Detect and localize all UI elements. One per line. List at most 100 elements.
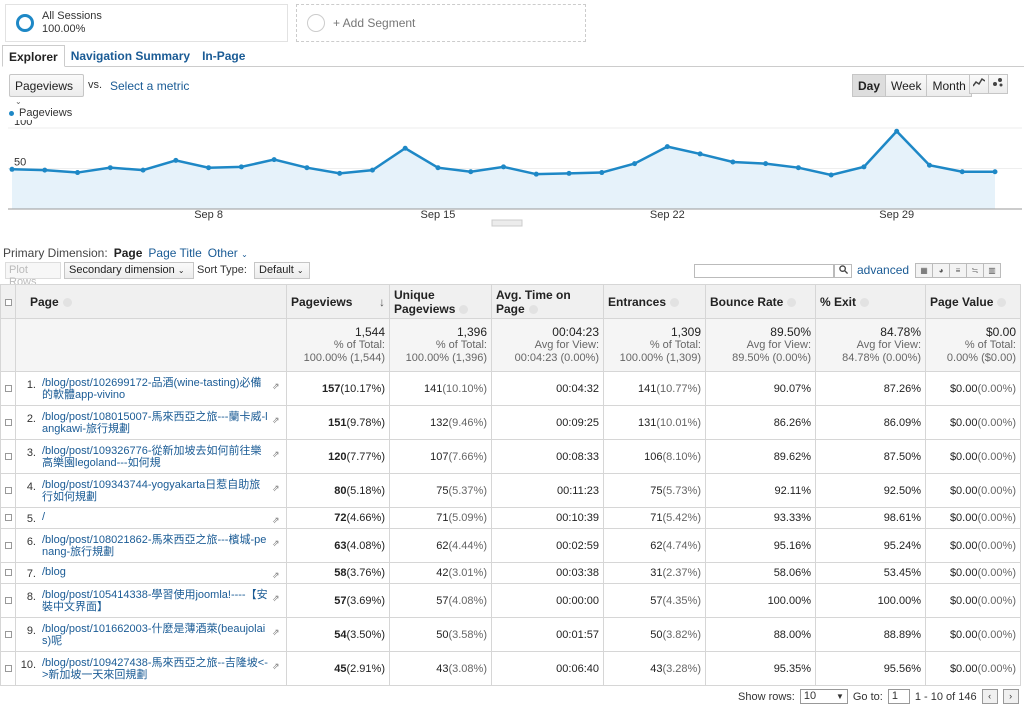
data-point <box>271 157 277 163</box>
entrances-pct: (2.37%) <box>662 567 701 579</box>
advanced-filter-link[interactable]: advanced <box>857 263 909 277</box>
external-link-icon[interactable]: ⇗ <box>272 538 281 548</box>
external-link-icon[interactable]: ⇗ <box>272 570 281 580</box>
entrances-pct: (10.77%) <box>656 382 701 395</box>
pageviews-pct: (2.91%) <box>346 662 385 675</box>
line-chart-icon[interactable] <box>969 74 989 94</box>
plot-rows-button[interactable]: Plot Rows <box>5 262 61 288</box>
totals-detail: 89.50% (0.00%) <box>732 351 811 364</box>
table-search-input[interactable] <box>694 264 834 278</box>
row-checkbox[interactable] <box>4 664 12 672</box>
exit-cell: 88.89% <box>815 617 926 652</box>
row-checkbox[interactable] <box>4 452 12 460</box>
goto-input[interactable]: 1 <box>887 689 910 704</box>
metric-select[interactable]: Pageviews ⌄ <box>9 74 84 106</box>
page-link[interactable]: /blog/post/105414338-學習使用joomla!----【安裝中… <box>42 589 270 613</box>
pageviews-pct: (7.77%) <box>346 450 385 463</box>
next-page-icon[interactable]: › <box>1002 689 1019 704</box>
page-value-pct: (0.00%) <box>977 594 1016 607</box>
external-link-icon[interactable]: ⇗ <box>272 449 281 459</box>
pie-chart-view-icon[interactable]: ◕ <box>932 263 950 278</box>
header-pageviews[interactable]: Pageviews ↓ <box>286 284 390 319</box>
month-button[interactable]: Month <box>926 74 972 97</box>
primary-dimension-page[interactable]: Page <box>114 246 143 260</box>
tab-explorer[interactable]: Explorer <box>2 45 65 67</box>
page-link[interactable]: /blog/post/102699172-品酒(wine-tasting)必備的… <box>42 377 270 401</box>
external-link-icon[interactable]: ⇗ <box>272 381 281 391</box>
unique-pageviews-cell: 141(10.10%) <box>389 371 492 406</box>
header-bounce-rate[interactable]: Bounce Rate <box>705 284 816 319</box>
row-checkbox-cell <box>0 507 16 529</box>
segment-all-sessions[interactable]: All Sessions 100.00% <box>5 4 288 42</box>
external-link-icon[interactable]: ⇗ <box>272 415 281 425</box>
week-button[interactable]: Week <box>885 74 928 97</box>
unique-pageviews-value: 50 <box>436 628 449 641</box>
page-value-cell: $0.00(0.00%) <box>925 651 1021 686</box>
primary-dimension-other[interactable]: Other ⌄ <box>208 246 248 260</box>
row-checkbox[interactable] <box>4 486 12 494</box>
row-checkbox[interactable] <box>4 541 12 549</box>
row-checkbox[interactable] <box>4 630 12 638</box>
totals-label: % of Total: <box>435 338 487 351</box>
external-link-icon[interactable]: ⇗ <box>272 515 281 525</box>
page-link[interactable]: /blog/post/109326776-從新加坡去如何前往樂高樂園legola… <box>42 445 270 469</box>
entrances-pct: (3.28%) <box>662 662 701 675</box>
day-button[interactable]: Day <box>852 74 887 97</box>
unique-pageviews-pct: (5.09%) <box>448 512 487 524</box>
metric-select-value: Pageviews <box>15 79 74 93</box>
row-index: 2. <box>26 412 36 425</box>
exit-cell: 87.26% <box>815 371 926 406</box>
tab-navigation-summary[interactable]: Navigation Summary <box>65 45 196 67</box>
secondary-dimension-select[interactable]: Secondary dimension ⌄ <box>64 262 194 279</box>
external-link-icon[interactable]: ⇗ <box>272 627 281 637</box>
page-link[interactable]: /blog/post/109343744-yogyakarta日惹自助旅行如何規… <box>42 479 270 503</box>
header-entrances[interactable]: Entrances <box>603 284 706 319</box>
tab-in-page[interactable]: In-Page <box>196 45 251 67</box>
header-unique-pageviews[interactable]: Unique Pageviews <box>389 284 492 319</box>
comparison-view-icon[interactable]: ≒ <box>966 263 984 278</box>
pageviews-cell: 63(4.08%) <box>286 528 390 563</box>
page-link[interactable]: /blog <box>42 566 270 578</box>
prev-page-icon[interactable]: ‹ <box>981 689 998 704</box>
performance-view-icon[interactable]: ≡ <box>949 263 967 278</box>
motion-chart-icon[interactable] <box>988 74 1008 94</box>
search-icon[interactable] <box>834 264 852 278</box>
page-link[interactable]: /blog/post/101662003-什麼是薄酒萊(beaujolais)呢 <box>42 623 270 647</box>
header-avg-time[interactable]: Avg. Time on Page <box>491 284 604 319</box>
header-exit[interactable]: % Exit <box>815 284 926 319</box>
header-page-value[interactable]: Page Value <box>925 284 1021 319</box>
external-link-icon[interactable]: ⇗ <box>272 661 281 671</box>
data-point <box>926 162 932 168</box>
page-link[interactable]: /blog/post/109427438-馬來西亞之旅--吉隆坡<->新加坡一天… <box>42 657 270 681</box>
totals-value: $0.00 <box>985 324 1016 339</box>
external-link-icon[interactable]: ⇗ <box>272 593 281 603</box>
unique-pageviews-value: 75 <box>436 484 449 497</box>
row-checkbox[interactable] <box>4 596 12 604</box>
pivot-view-icon[interactable]: ▥ <box>983 263 1001 278</box>
header-page[interactable]: Page <box>15 284 287 319</box>
primary-dimension-page-title[interactable]: Page Title <box>148 246 201 260</box>
sort-type-select[interactable]: Default ⌄ <box>254 262 310 279</box>
page-link[interactable]: / <box>42 511 270 523</box>
row-index: 8. <box>26 590 36 603</box>
row-checkbox[interactable] <box>4 418 12 426</box>
select-all-checkbox[interactable] <box>5 298 12 306</box>
page-value: $0.00 <box>949 567 978 579</box>
row-checkbox-cell <box>0 371 16 406</box>
table-row: 3. /blog/post/109326776-從新加坡去如何前往樂高樂園lego… <box>0 439 1021 474</box>
row-checkbox[interactable] <box>4 514 12 521</box>
page-link[interactable]: /blog/post/108021862-馬來西亞之旅---檳城-penang-… <box>42 534 270 558</box>
data-table-view-icon[interactable]: ▦ <box>915 263 933 278</box>
chart-resize-handle <box>491 219 523 227</box>
external-link-icon[interactable]: ⇗ <box>272 483 281 493</box>
row-checkbox[interactable] <box>4 384 12 392</box>
show-rows-select[interactable]: 10 ▼ <box>799 689 848 704</box>
totals-cell: 89.50% Avg for View: 89.50% (0.00%) <box>705 318 816 372</box>
row-checkbox[interactable] <box>4 569 12 576</box>
goto-label: Go to: <box>852 690 883 703</box>
add-segment-button[interactable]: + Add Segment <box>296 4 586 42</box>
page-link[interactable]: /blog/post/108015007-馬來西亞之旅---蘭卡威-langka… <box>42 411 270 435</box>
totals-label: Avg for View: <box>856 338 921 351</box>
data-point <box>468 169 474 175</box>
select-metric-link[interactable]: Select a metric <box>110 79 189 93</box>
